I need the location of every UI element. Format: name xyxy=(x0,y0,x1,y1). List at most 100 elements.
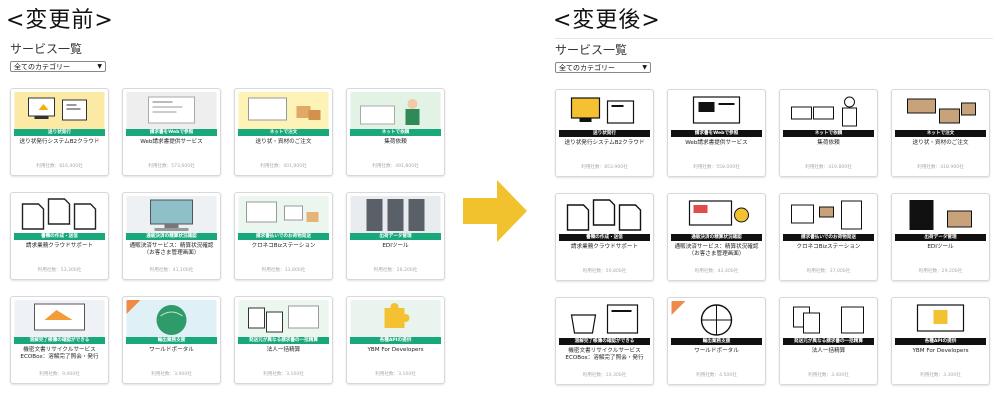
card-count: 利用社数：37,000社 xyxy=(806,269,851,274)
boxes-icon xyxy=(238,92,329,129)
card-name: Web請求書提供サービス xyxy=(140,139,203,145)
service-card[interactable]: 請求書払いでのお荷物発送 クロネコBizステーション 利用社数：33,800社 xyxy=(234,192,333,280)
service-card[interactable]: 通販決済の精算状況確認 通販決済サービス：精算状況確認（お客さま管理画面） 利用… xyxy=(667,193,766,281)
globe-icon xyxy=(671,301,762,338)
service-card[interactable]: 通販決済の精算状況確認 通販決済サービス：精算状況確認（お客さま管理画面） 利用… xyxy=(122,192,221,280)
card-name: 通販決済サービス：精算状況確認（お客さま管理画面） xyxy=(129,243,214,256)
category-select-value: 全てのカテゴリー xyxy=(14,62,70,71)
service-card[interactable]: 発送元が異なる請求書の一括精算 法人一括精算 利用社数：3,100社 xyxy=(234,296,333,384)
card-count: 利用社数：3,100社 xyxy=(263,372,304,377)
card-name: 送り状・資材のご注文 xyxy=(912,140,969,146)
service-card[interactable]: 各種APIの提供 YBM For Developers 利用社数：3,100社 xyxy=(346,296,445,384)
service-card[interactable]: 溶解完了帳簿の確認ができる 機密文書リサイクルサービスECOBox：溶解完了照会… xyxy=(555,297,654,385)
card-count: 利用社数：42,400社 xyxy=(694,269,739,274)
service-card[interactable]: 送り状発行 送り状発行システムB2クラウド 利用社数：816,400社 xyxy=(10,88,109,176)
service-card[interactable]: 送り状発行 送り状発行システムB2クラウド 利用社数：853,900社 xyxy=(555,89,654,177)
card-name: YBM For Developers xyxy=(367,347,424,353)
service-card[interactable]: ネットで依頼 集荷依頼 利用社数：491,800社 xyxy=(346,88,445,176)
service-card[interactable]: ネットで注文 送り状・資材のご注文 利用社数：401,900社 xyxy=(234,88,333,176)
service-card[interactable]: 各種APIの提供 YBM For Developers 利用社数：3,300社 xyxy=(891,297,990,385)
service-card[interactable]: ネットで注文 送り状・資材のご注文 利用社数：418,900社 xyxy=(891,89,990,177)
web-invoice-icon xyxy=(126,92,217,129)
monitor-printer-icon xyxy=(559,93,650,130)
card-count: 利用社数：573,600社 xyxy=(148,164,195,169)
invoices-icon xyxy=(783,301,874,338)
card-count: 利用社数：33,800社 xyxy=(261,268,306,273)
computer-icon xyxy=(126,196,217,233)
chevron-down-icon: ▼ xyxy=(97,63,102,70)
service-card[interactable]: ネットで依頼 集荷依頼 利用社数：419,800社 xyxy=(779,89,878,177)
card-name: 法人一括精算 xyxy=(266,347,301,353)
card-band: 書類の作成・送信 xyxy=(14,233,105,240)
page-title: サービス一覧 xyxy=(10,42,83,56)
service-card[interactable]: 請求書をWebで参照 Web請求書提供サービス 利用社数：558,000社 xyxy=(667,89,766,177)
card-band: 請求書をWebで参照 xyxy=(671,130,762,137)
card-count: 利用社数：53,300社 xyxy=(37,268,82,273)
card-name: クロネコBizステーション xyxy=(251,243,316,249)
card-band: 通販決済の精算状況確認 xyxy=(671,234,762,241)
service-card[interactable]: 請求書をWebで参照 Web請求書提供サービス 利用社数：573,600社 xyxy=(122,88,221,176)
card-count: 利用社数：816,400社 xyxy=(36,164,83,169)
service-card[interactable]: 書類の作成・送信 請求業務クラウドサポート 利用社数：50,800社 xyxy=(555,193,654,281)
globe-icon xyxy=(126,300,217,337)
card-band: 請求書払いでのお荷物発送 xyxy=(238,233,329,240)
card-name: 請求業務クラウドサポート xyxy=(570,244,639,250)
card-band: 送り状発行 xyxy=(559,130,650,137)
card-count: 利用社数：419,800社 xyxy=(805,165,852,170)
card-band: ネットで依頼 xyxy=(783,130,874,137)
chevron-down-icon: ▼ xyxy=(642,64,647,71)
card-band: 請求書払いでのお荷物発送 xyxy=(783,234,874,241)
service-card[interactable]: 出荷データ管理 EDIツール 利用社数：29,200社 xyxy=(891,193,990,281)
after-panel: サービス一覧 全てのカテゴリー ▼ 送り状発行 送り状発行システムB2クラウド … xyxy=(555,38,993,399)
delivery-staff-icon xyxy=(783,93,874,130)
card-name: YBM For Developers xyxy=(912,348,969,354)
card-name: 請求業務クラウドサポート xyxy=(25,243,94,249)
card-count: 利用社数：3,100社 xyxy=(375,372,416,377)
card-band: 請求書をWebで参照 xyxy=(126,129,217,136)
card-band: 書類の作成・送信 xyxy=(559,234,650,241)
category-select[interactable]: 全てのカテゴリー ▼ xyxy=(10,61,106,72)
service-card[interactable]: 輸出業務支援 ワールドポータル 利用社数：3,900社 xyxy=(122,296,221,384)
card-band: 溶解完了帳簿の確認ができる xyxy=(559,338,650,345)
card-band: 各種APIの提供 xyxy=(350,337,441,344)
monitor-icon xyxy=(14,300,105,337)
puzzle-icon xyxy=(895,301,986,338)
card-band: 通販決済の精算状況確認 xyxy=(126,233,217,240)
card-band: 出荷データ管理 xyxy=(350,233,441,240)
shipping-icon xyxy=(238,196,329,233)
card-band: ネットで注文 xyxy=(895,130,986,137)
card-name: 通販決済サービス：精算状況確認（お客さま管理画面） xyxy=(674,244,759,257)
puzzle-icon xyxy=(350,300,441,337)
service-card[interactable]: 書類の作成・送信 請求業務クラウドサポート 利用社数：53,300社 xyxy=(10,192,109,280)
service-card[interactable]: 溶解完了帳簿の確認ができる 機密文書リサイクルサービスECOBox：溶解完了照会… xyxy=(10,296,109,384)
delivery-staff-icon xyxy=(350,92,441,129)
card-name: 送り状・資材のご注文 xyxy=(255,139,312,145)
card-count: 利用社数：50,800社 xyxy=(582,269,627,274)
page-title: サービス一覧 xyxy=(555,43,628,57)
card-count: 利用社数：3,300社 xyxy=(920,373,961,378)
card-name: 機密文書リサイクルサービスECOBox：溶解完了照会・発行 xyxy=(20,347,99,360)
service-card[interactable]: 請求書払いでのお荷物発送 クロネコBizステーション 利用社数：37,000社 xyxy=(779,193,878,281)
card-count: 利用社数：9,000社 xyxy=(39,372,80,377)
service-card[interactable]: 出荷データ管理 EDIツール 利用社数：28,200社 xyxy=(346,192,445,280)
card-count: 利用社数：10,300社 xyxy=(582,373,627,378)
web-invoice-icon xyxy=(671,93,762,130)
service-card[interactable]: 輸出業務支援 ワールドポータル 利用社数：4,500社 xyxy=(667,297,766,385)
card-count: 利用社数：853,900社 xyxy=(581,165,628,170)
card-band: 出荷データ管理 xyxy=(895,234,986,241)
card-name: ワールドポータル xyxy=(149,347,194,353)
computer-icon xyxy=(671,197,762,234)
card-name: クロネコBizステーション xyxy=(796,244,861,250)
category-select-value: 全てのカテゴリー xyxy=(559,63,615,72)
card-name: ワールドポータル xyxy=(694,348,739,354)
card-band: ネットで注文 xyxy=(238,129,329,136)
card-count: 利用社数：29,200社 xyxy=(918,269,963,274)
card-count: 利用社数：558,000社 xyxy=(693,165,740,170)
category-select[interactable]: 全てのカテゴリー ▼ xyxy=(555,62,651,73)
service-card[interactable]: 発送元が異なる請求書の一括精算 法人一括精算 利用社数：3,400社 xyxy=(779,297,878,385)
card-name: Web請求書提供サービス xyxy=(685,140,748,146)
after-label: <変更後> xyxy=(553,8,661,33)
card-count: 利用社数：3,900社 xyxy=(151,372,192,377)
card-count: 利用社数：3,400社 xyxy=(808,373,849,378)
documents-icon xyxy=(14,196,105,233)
